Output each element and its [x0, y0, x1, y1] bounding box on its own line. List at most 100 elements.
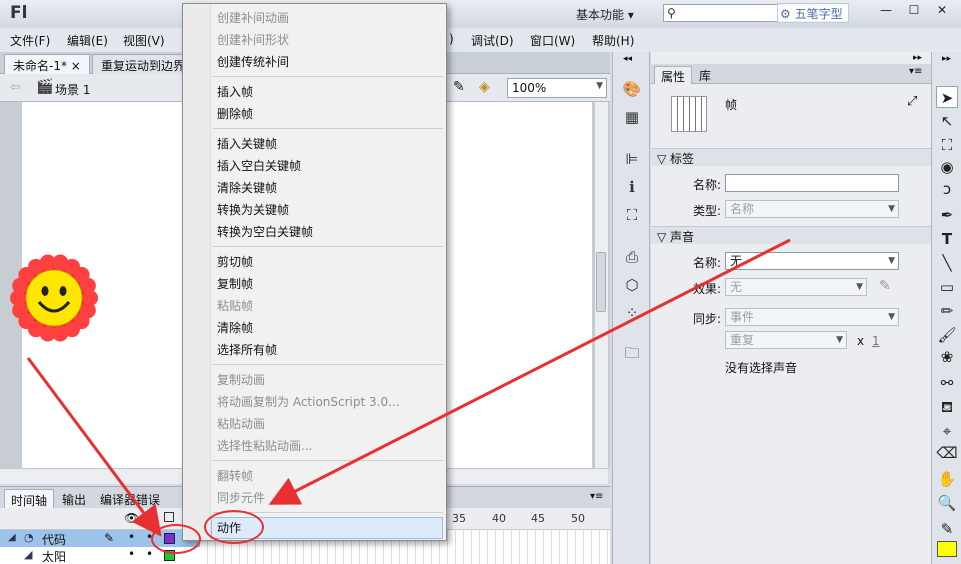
menu-help[interactable]: 帮助(H) [592, 32, 634, 49]
doc-tab-untitled[interactable]: 未命名-1* × [4, 54, 90, 74]
repeat-count[interactable]: 1 [872, 334, 880, 348]
context-menu-item[interactable]: 将动画复制为 ActionScript 3.0... [217, 391, 400, 413]
layer-name-sun[interactable]: 太阳 [42, 548, 66, 564]
minimize-button[interactable]: — [872, 1, 900, 19]
menu-file[interactable]: 文件(F) [10, 32, 50, 49]
visible-dot[interactable]: • [128, 530, 135, 544]
lock-icon[interactable]: 🔒 [145, 512, 157, 523]
context-menu-item[interactable]: 转换为空白关键帧 [217, 221, 313, 243]
stage-vertical-scrollbar[interactable] [594, 102, 608, 468]
eraser-tool-icon[interactable]: ⌫ [936, 442, 958, 464]
sound-sync-select[interactable]: 事件 ▼ [725, 308, 899, 326]
layer-name-code[interactable]: 代码 [42, 531, 66, 548]
pencil-tool-icon[interactable]: ✏ [936, 300, 958, 322]
context-menu-item[interactable]: 创建补间动画 [217, 7, 289, 29]
context-menu-item[interactable]: 粘贴动画 [217, 413, 265, 435]
free-transform-tool-icon[interactable]: ⛶ [936, 134, 958, 156]
project-icon[interactable]: 🗀 [621, 342, 643, 364]
context-menu-item[interactable]: 复制帧 [217, 273, 253, 295]
tab-properties[interactable]: 属性 [654, 66, 693, 84]
tab-compiler-errors[interactable]: 编译器错误 [94, 489, 166, 509]
zoom-tool-icon[interactable]: 🔍 [936, 492, 958, 514]
frame-name-input[interactable] [725, 174, 899, 192]
context-menu-item[interactable]: 插入帧 [217, 81, 253, 103]
help-icon[interactable]: ⤢ [907, 94, 917, 109]
eye-icon[interactable]: 👁 [124, 511, 139, 525]
selection-tool-icon[interactable]: ➤ [936, 86, 958, 108]
expand-icon[interactable]: ▸▸ [942, 54, 951, 64]
info-icon[interactable]: ℹ [621, 176, 643, 198]
brush-tool-icon[interactable]: 🖌 [936, 324, 958, 346]
context-menu-item[interactable]: 选择性粘贴动画... [217, 435, 312, 457]
hand-tool-icon[interactable]: ✋ [936, 468, 958, 490]
context-menu-item[interactable]: 清除帧 [217, 317, 253, 339]
tab-timeline[interactable]: 时间轴 [4, 489, 55, 509]
context-menu-item[interactable]: 插入关键帧 [217, 133, 277, 155]
context-menu-item[interactable]: 创建传统补间 [217, 51, 289, 73]
tab-library[interactable]: 库 [693, 66, 717, 84]
context-menu-item[interactable]: 复制动画 [217, 369, 265, 391]
line-tool-icon[interactable]: ╲ [936, 252, 958, 274]
maximize-button[interactable]: ☐ [900, 1, 928, 19]
eyedropper-tool-icon[interactable]: ⌖ [936, 420, 958, 442]
context-menu-item[interactable]: 粘贴帧 [217, 295, 253, 317]
menu-edit[interactable]: 编辑(E) [67, 32, 108, 49]
color-panel-icon[interactable]: 🎨 [621, 78, 643, 100]
outline-icon[interactable] [164, 512, 174, 522]
back-arrow-icon[interactable]: ⇦ [10, 80, 21, 95]
menu-debug[interactable]: 调试(D) [471, 32, 514, 49]
stroke-color-icon[interactable]: ✎ [936, 518, 958, 540]
panel-menu-icon[interactable]: ▾≡ [590, 491, 603, 502]
context-menu-item[interactable]: 清除关键帧 [217, 177, 277, 199]
context-menu-item[interactable]: 删除帧 [217, 103, 253, 125]
context-menu-item[interactable]: 选择所有帧 [217, 339, 277, 361]
context-menu-item[interactable]: 创建补间形状 [217, 29, 289, 51]
fill-color-swatch[interactable] [937, 541, 957, 557]
scene-label[interactable]: 场景 1 [55, 81, 90, 98]
subselection-tool-icon[interactable]: ↖ [936, 110, 958, 132]
sound-section-header[interactable]: ▽ 声音 [651, 226, 931, 244]
deco-tool-icon[interactable]: ❀ [936, 346, 958, 368]
sound-effect-select[interactable]: 无 ▼ [725, 278, 867, 296]
panel-menu-icon[interactable]: ▾≡ [909, 66, 922, 77]
code-snippets-icon[interactable]: ⎙ [621, 246, 643, 268]
bone-tool-icon[interactable]: ⚯ [936, 372, 958, 394]
3d-rotation-tool-icon[interactable]: ◉ [936, 156, 958, 178]
zoom-select[interactable]: 100% ▼ [507, 78, 607, 98]
text-tool-icon[interactable]: T [936, 228, 958, 250]
label-type-select[interactable]: 名称 ▼ [725, 200, 899, 218]
close-button[interactable]: ✕ [928, 1, 956, 19]
lock-dot[interactable]: • [146, 547, 153, 561]
sound-repeat-select[interactable]: 重复 ▼ [725, 331, 847, 349]
lasso-tool-icon[interactable]: ↄ [936, 178, 958, 200]
components-icon[interactable]: ⬡ [621, 274, 643, 296]
context-menu-item[interactable]: 剪切帧 [217, 251, 253, 273]
menu-partial[interactable]: ) [449, 32, 454, 46]
align-icon[interactable]: ⊫ [621, 148, 643, 170]
label-section-header[interactable]: ▽ 标签 [651, 148, 931, 166]
context-menu-item[interactable]: 插入空白关键帧 [217, 155, 301, 177]
edit-scene-icon[interactable]: ◈ [479, 79, 490, 95]
tab-output[interactable]: 输出 [56, 489, 92, 509]
edit-symbol-icon[interactable]: ✎ [453, 79, 465, 95]
collapse-icon[interactable]: ◂◂ [623, 54, 632, 64]
workspace-switcher[interactable]: 基本功能 ▾ [576, 6, 634, 23]
scroll-thumb[interactable] [596, 252, 606, 312]
doc-tab-repeat[interactable]: 重复运动到边界 [92, 54, 195, 74]
menu-view[interactable]: 视图(V) [123, 32, 165, 49]
context-menu-item[interactable]: 同步元件 [217, 487, 265, 509]
transform-icon[interactable]: ⛶ [621, 204, 643, 226]
sound-name-select[interactable]: 无 ▼ [725, 252, 899, 270]
context-menu-item[interactable]: 转换为关键帧 [217, 199, 289, 221]
edit-envelope-icon[interactable]: ✎ [879, 278, 891, 294]
menu-window[interactable]: 窗口(W) [530, 32, 575, 49]
motion-presets-icon[interactable]: ⁘ [621, 302, 643, 324]
context-menu-item[interactable]: 翻转帧 [217, 465, 253, 487]
sun-symbol[interactable] [8, 252, 100, 344]
visible-dot[interactable]: • [128, 547, 135, 561]
pen-tool-icon[interactable]: ✒ [936, 204, 958, 226]
paint-bucket-tool-icon[interactable]: ⛾ [936, 396, 958, 418]
rectangle-tool-icon[interactable]: ▭ [936, 276, 958, 298]
swatches-icon[interactable]: ▦ [621, 106, 643, 128]
expand-icon[interactable]: ▸▸ [913, 53, 922, 63]
